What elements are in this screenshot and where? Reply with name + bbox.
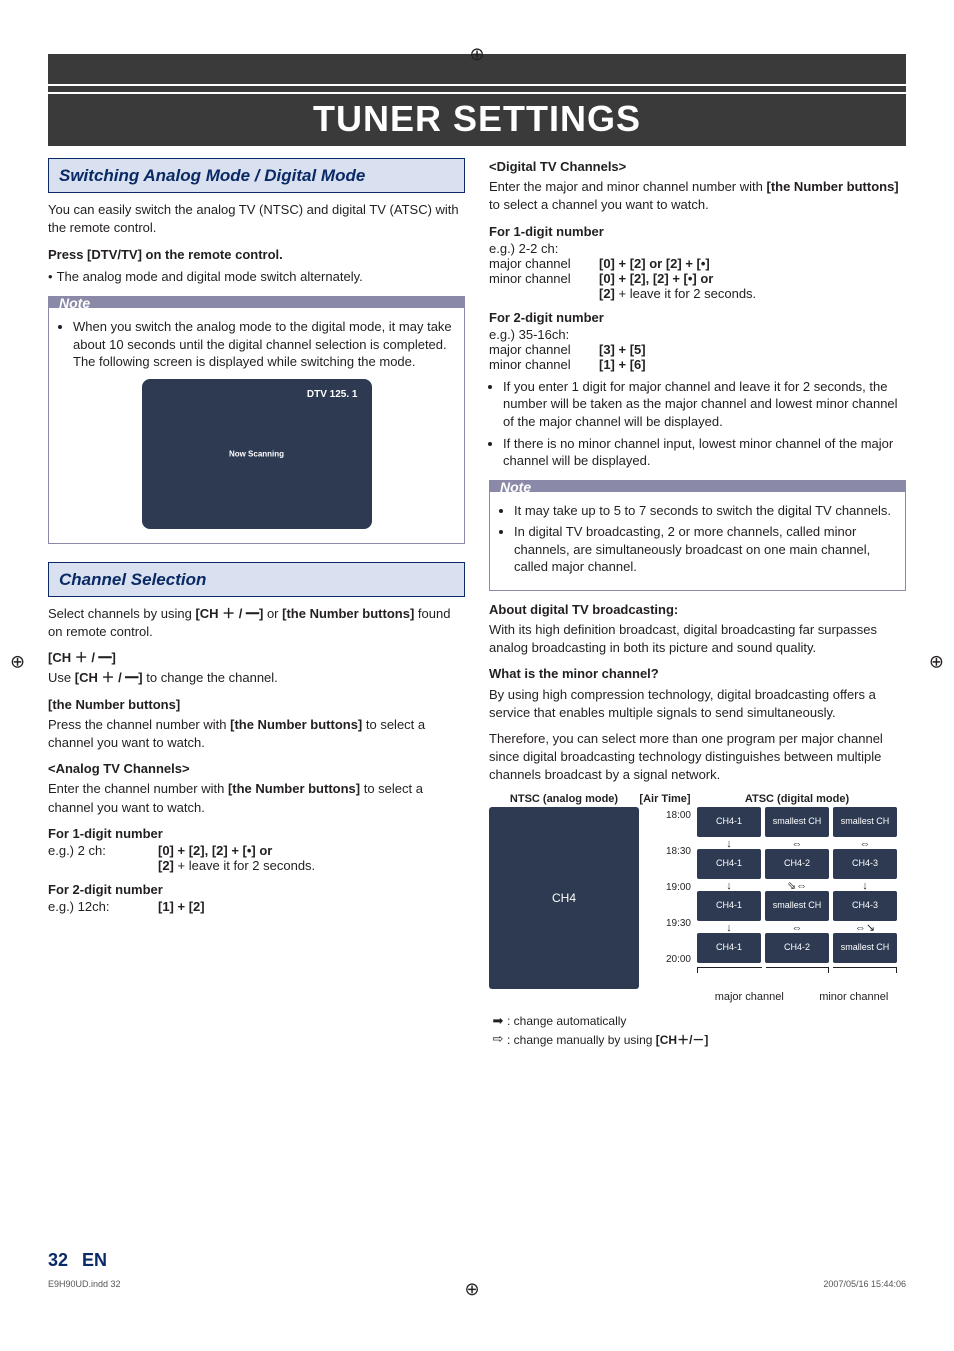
example-row: [2] + leave it for 2 seconds. bbox=[158, 858, 465, 873]
arrow-diag-icon: ⇔↘ bbox=[833, 923, 897, 933]
instruction: Press [DTV/TV] on the remote control. bbox=[48, 246, 465, 264]
subhead: For 1-digit number bbox=[489, 223, 906, 241]
registration-mark-icon: ⊕ bbox=[10, 651, 25, 672]
arrow-down-icon: ↓ bbox=[697, 923, 761, 933]
tv-status-text: Now Scanning bbox=[229, 449, 284, 458]
atsc-cell: CH4-1 bbox=[697, 849, 761, 879]
body-text: Press the channel number with [the Numbe… bbox=[48, 716, 465, 752]
subhead: For 1-digit number bbox=[48, 825, 465, 843]
tv-channel-indicator: DTV 125. 1 bbox=[307, 389, 358, 400]
page-title: TUNER SETTINGS bbox=[48, 94, 906, 146]
atsc-cell: CH4-1 bbox=[697, 891, 761, 921]
footer-file: E9H90UD.indd 32 bbox=[48, 1279, 121, 1300]
example-row: minor channel [0] + [2], [2] + [•] or bbox=[489, 271, 906, 286]
atsc-cell: smallest CH bbox=[765, 807, 829, 837]
left-column: Switching Analog Mode / Digital Mode You… bbox=[48, 158, 465, 1050]
arrow-leftright-icon: ⇔ bbox=[765, 923, 829, 933]
body-text: Use [CH ＋ / ━] to change the channel. bbox=[48, 669, 465, 687]
bullet-text: If you enter 1 digit for major channel a… bbox=[503, 378, 906, 431]
atsc-cell: CH4-3 bbox=[833, 849, 897, 879]
atsc-cell: CH4-2 bbox=[765, 933, 829, 963]
arrow-solid-icon: ➡ bbox=[489, 1013, 507, 1029]
subhead: [the Number buttons] bbox=[48, 696, 465, 714]
note-box: Note When you switch the analog mode to … bbox=[48, 296, 465, 544]
atsc-cell: CH4-2 bbox=[765, 849, 829, 879]
right-column: <Digital TV Channels> Enter the major an… bbox=[489, 158, 906, 1050]
arrow-leftright-icon: ⇔ bbox=[833, 839, 897, 849]
subhead: [CH ＋ / ━] bbox=[48, 649, 465, 667]
page-number: 32 bbox=[48, 1250, 68, 1271]
note-item: In digital TV broadcasting, 2 or more ch… bbox=[514, 523, 895, 576]
section-switch-mode: Switching Analog Mode / Digital Mode bbox=[48, 158, 465, 193]
atsc-cell: smallest CH bbox=[833, 933, 897, 963]
diagram-caption: major channel minor channel bbox=[489, 991, 906, 1003]
body-text: Enter the channel number with [the Numbe… bbox=[48, 780, 465, 816]
body-text: Enter the major and minor channel number… bbox=[489, 178, 906, 214]
subhead: <Digital TV Channels> bbox=[489, 158, 906, 176]
bullet-text: The analog mode and digital mode switch … bbox=[48, 268, 465, 286]
atsc-cell: smallest CH bbox=[765, 891, 829, 921]
atsc-cell: CH4-1 bbox=[697, 933, 761, 963]
section-channel-selection: Channel Selection bbox=[48, 562, 465, 597]
arrow-down-icon: ↓ bbox=[697, 839, 761, 849]
atsc-cell: CH4-3 bbox=[833, 891, 897, 921]
example-row: [2] + leave it for 2 seconds. bbox=[599, 286, 906, 301]
header-bands: TUNER SETTINGS bbox=[48, 54, 906, 146]
registration-mark-icon: ⊕ bbox=[469, 44, 484, 65]
subhead: What is the minor channel? bbox=[489, 665, 906, 683]
subhead: <Analog TV Channels> bbox=[48, 760, 465, 778]
page-footer: 32 EN bbox=[48, 1250, 906, 1271]
bullet-text: If there is no minor channel input, lowe… bbox=[503, 435, 906, 470]
ntsc-block: CH4 bbox=[489, 807, 639, 989]
atsc-cell: CH4-1 bbox=[697, 807, 761, 837]
example-row: major channel [3] + [5] bbox=[489, 342, 906, 357]
registration-mark-icon: ⊕ bbox=[464, 1279, 479, 1300]
note-label: Note bbox=[55, 295, 94, 311]
arrow-leftright-icon: ⇔ bbox=[765, 839, 829, 849]
example-row: e.g.) 35-16ch: bbox=[489, 327, 906, 342]
channel-diagram: NTSC (analog mode) CH4 [Air Time] 18:00 … bbox=[489, 793, 906, 989]
arrow-diag-icon: ⇘⇔ bbox=[765, 881, 829, 891]
note-box: Note It may take up to 5 to 7 seconds to… bbox=[489, 480, 906, 591]
arrow-down-icon: ↓ bbox=[833, 881, 897, 891]
footer-date: 2007/05/16 15:44:06 bbox=[823, 1279, 906, 1300]
subhead: About digital TV broadcasting: bbox=[489, 601, 906, 619]
legend: ➡ : change automatically ⇨ : change manu… bbox=[489, 1013, 906, 1048]
body-text: Therefore, you can select more than one … bbox=[489, 730, 906, 785]
example-row: major channel [0] + [2] or [2] + [•] bbox=[489, 256, 906, 271]
example-row: minor channel [1] + [6] bbox=[489, 357, 906, 372]
tv-screen-illustration: DTV 125. 1 Now Scanning bbox=[142, 379, 372, 529]
atsc-cell: smallest CH bbox=[833, 807, 897, 837]
registration-mark-icon: ⊕ bbox=[929, 651, 944, 672]
note-item: When you switch the analog mode to the d… bbox=[73, 318, 454, 371]
arrow-down-icon: ↓ bbox=[697, 881, 761, 891]
body-text: Select channels by using [CH ＋ / ━] or [… bbox=[48, 605, 465, 641]
body-text: You can easily switch the analog TV (NTS… bbox=[48, 201, 465, 237]
arrow-outline-icon: ⇨ bbox=[489, 1031, 507, 1047]
subhead: For 2-digit number bbox=[48, 881, 465, 899]
page-lang: EN bbox=[82, 1250, 107, 1271]
body-text: With its high definition broadcast, digi… bbox=[489, 621, 906, 657]
example-row: e.g.) 12ch: [1] + [2] bbox=[48, 899, 465, 914]
example-row: e.g.) 2-2 ch: bbox=[489, 241, 906, 256]
body-text: By using high compression technology, di… bbox=[489, 686, 906, 722]
subhead: For 2-digit number bbox=[489, 309, 906, 327]
note-item: It may take up to 5 to 7 seconds to swit… bbox=[514, 502, 895, 520]
example-row: e.g.) 2 ch: [0] + [2], [2] + [•] or bbox=[48, 843, 465, 858]
note-label: Note bbox=[496, 479, 535, 495]
